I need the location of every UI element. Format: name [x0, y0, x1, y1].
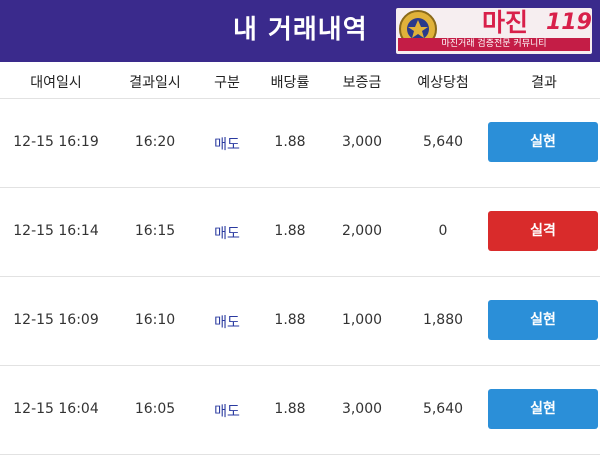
page-header: 내 거래내역 마진 119 마진거래 검증전문 커뮤니티 [0, 0, 600, 62]
expected-payout: 5,640 [422, 401, 464, 417]
column-header-odds: 배당률 [270, 75, 310, 91]
column-header-type: 구분 [214, 75, 240, 91]
page-title: 내 거래내역 [233, 15, 368, 45]
column-header-result-time: 결과일시 [129, 75, 181, 91]
column-header-rent-time: 대여일시 [30, 75, 82, 91]
result-button[interactable]: 실현 [488, 300, 598, 340]
site-logo[interactable]: 마진 119 마진거래 검증전문 커뮤니티 [396, 8, 592, 54]
logo-number: 119 [546, 10, 592, 35]
logo-tagline: 마진거래 검증전문 커뮤니티 [398, 38, 590, 51]
trade-type: 매도 [214, 404, 240, 420]
odds: 1.88 [274, 312, 306, 328]
result-time: 16:05 [134, 401, 176, 417]
result-button[interactable]: 실현 [488, 122, 598, 162]
logo-text: 마진 [482, 8, 529, 37]
column-header-result: 결과 [531, 75, 557, 91]
odds: 1.88 [274, 134, 306, 150]
table-row: 12-15 16:09 16:10 매도 1.88 1,000 1,880 실현 [0, 277, 600, 366]
column-header-expected: 예상당첨 [417, 75, 469, 91]
deposit: 3,000 [341, 134, 383, 150]
rent-time: 12-15 16:04 [13, 401, 99, 417]
table-row: 12-15 16:19 16:20 매도 1.88 3,000 5,640 실현 [0, 99, 600, 188]
rent-time: 12-15 16:19 [13, 134, 99, 150]
odds: 1.88 [274, 223, 306, 239]
deposit: 2,000 [341, 223, 383, 239]
table-row: 12-15 16:14 16:15 매도 1.88 2,000 0 실격 [0, 188, 600, 277]
result-time: 16:10 [134, 312, 176, 328]
column-header-deposit: 보증금 [342, 75, 382, 91]
trade-type: 매도 [214, 137, 240, 153]
odds: 1.88 [274, 401, 306, 417]
table-header: 대여일시 결과일시 구분 배당률 보증금 예상당첨 결과 [0, 62, 600, 99]
expected-payout: 0 [438, 223, 448, 239]
expected-payout: 1,880 [422, 312, 464, 328]
trade-type: 매도 [214, 315, 240, 331]
result-button[interactable]: 실격 [488, 211, 598, 251]
deposit: 1,000 [341, 312, 383, 328]
table-row: 12-15 16:04 16:05 매도 1.88 3,000 5,640 실현 [0, 366, 600, 455]
trade-type: 매도 [214, 226, 240, 242]
deposit: 3,000 [341, 401, 383, 417]
result-time: 16:15 [134, 223, 176, 239]
rent-time: 12-15 16:14 [13, 223, 99, 239]
expected-payout: 5,640 [422, 134, 464, 150]
rent-time: 12-15 16:09 [13, 312, 99, 328]
result-time: 16:20 [134, 134, 176, 150]
result-button[interactable]: 실현 [488, 389, 598, 429]
